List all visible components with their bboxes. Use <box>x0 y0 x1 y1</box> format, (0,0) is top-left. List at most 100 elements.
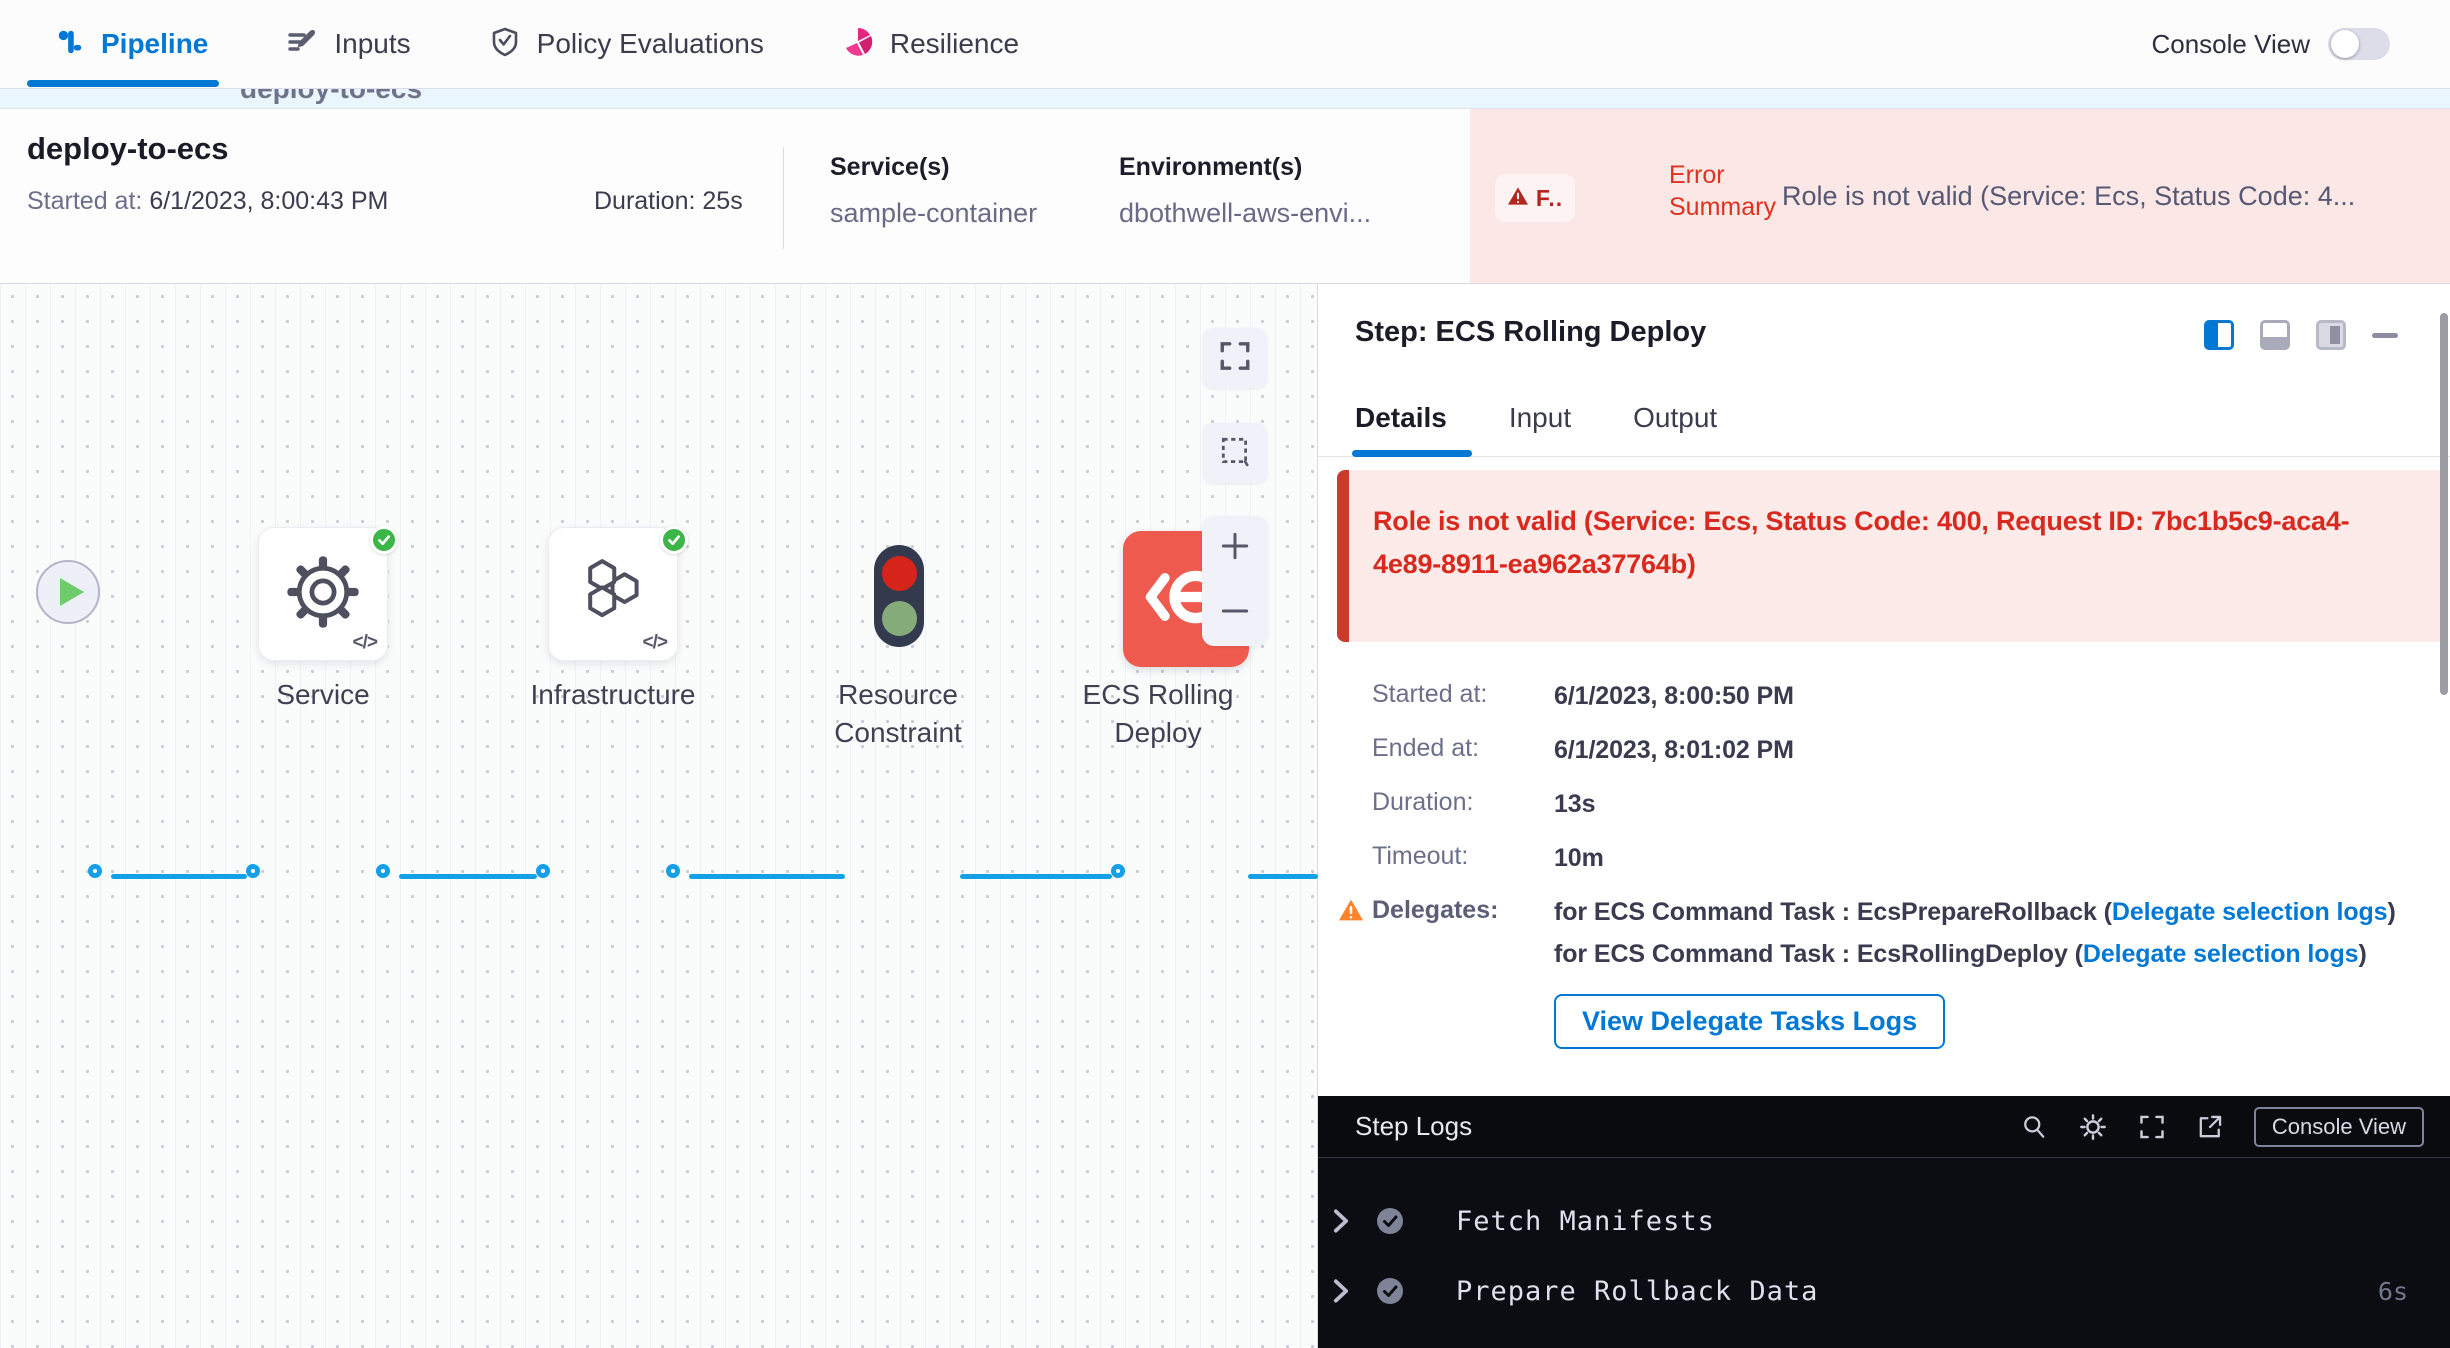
logs-search-icon[interactable] <box>2020 1113 2048 1141</box>
scrolled-title-strip: deploy-to-ecs <box>0 89 2450 109</box>
tabs-divider <box>1318 456 2450 457</box>
console-view-label: Console View <box>2151 29 2310 60</box>
chevron-right-icon[interactable] <box>1332 1208 1350 1234</box>
tab-pipeline[interactable]: Pipeline <box>55 0 208 88</box>
step-panel-title: Step: ECS Rolling Deploy <box>1355 316 1706 349</box>
delegate-line-1: for ECS Command Task : EcsPrepareRollbac… <box>1554 896 2428 928</box>
step-details-panel: Step: ECS Rolling Deploy Details Input O… <box>1318 284 2450 1348</box>
log-section-name: Fetch Manifests <box>1456 1206 1715 1237</box>
canvas-marquee-select-button[interactable] <box>1203 423 1267 483</box>
layout-right-panel-icon[interactable] <box>2204 320 2234 350</box>
logs-settings-gear-icon[interactable] <box>2078 1112 2108 1142</box>
environments-label: Environment(s) <box>1119 153 1371 182</box>
started-at-label: Started at: <box>1372 680 1554 709</box>
started-at-row: Started at: 6/1/2023, 8:00:43 PM <box>27 187 388 216</box>
step-logs-title: Step Logs <box>1355 1111 1472 1142</box>
shield-check-icon <box>489 26 521 63</box>
node-resource-constraint[interactable] <box>874 545 924 647</box>
logs-fullscreen-icon[interactable] <box>2138 1113 2166 1141</box>
step-logs-area: Fetch Manifests Prepare Rollback Data 6s <box>1318 1158 2450 1348</box>
tab-pipeline-label: Pipeline <box>101 28 208 60</box>
edge-ecs-outgoing <box>1248 874 1318 879</box>
node-infrastructure[interactable]: </> <box>548 527 678 661</box>
detail-row-duration: Duration: 13s <box>1338 788 2428 820</box>
delegate-1-suffix: ) <box>2388 898 2396 926</box>
detail-row-delegates: Delegates: for ECS Command Task : EcsPre… <box>1338 896 2428 1049</box>
tab-resilience[interactable]: Resilience <box>842 0 1019 88</box>
node-label-service[interactable]: Service <box>238 676 408 714</box>
delegate-line-2: for ECS Command Task : EcsRollingDeploy … <box>1554 938 2428 970</box>
logs-console-view-button[interactable]: Console View <box>2254 1107 2424 1147</box>
log-row-prepare-rollback-data[interactable]: Prepare Rollback Data 6s <box>1318 1268 2450 1314</box>
services-block: Service(s) sample-container <box>830 153 1037 229</box>
port-infrastructure-out <box>666 864 680 878</box>
resilience-chaos-icon <box>842 26 874 63</box>
edge-service-to-infrastructure <box>399 874 537 879</box>
panel-minimize-icon[interactable] <box>2372 333 2398 338</box>
node-label-infrastructure[interactable]: Infrastructure <box>518 676 708 714</box>
marquee-select-icon <box>1218 434 1252 473</box>
details-tab-underline <box>1352 450 1472 457</box>
delegate-2-selection-logs-link[interactable]: Delegate selection logs <box>2083 940 2359 968</box>
log-section-name: Prepare Rollback Data <box>1456 1276 1818 1307</box>
chevron-right-icon[interactable] <box>1332 1278 1350 1304</box>
environments-value[interactable]: dbothwell-aws-envi... <box>1119 198 1371 229</box>
traffic-green-lamp <box>882 601 917 636</box>
node-service[interactable]: </> <box>258 527 388 661</box>
delegates-label: Delegates: <box>1372 896 1554 925</box>
detail-row-timeout: Timeout: 10m <box>1338 842 2428 874</box>
view-delegate-tasks-logs-button[interactable]: View Delegate Tasks Logs <box>1554 994 1945 1049</box>
pipeline-start-node[interactable] <box>36 560 100 624</box>
edge-start-to-service <box>111 874 247 879</box>
zoom-out-button[interactable] <box>1202 581 1268 646</box>
zoom-in-button[interactable] <box>1202 516 1268 581</box>
services-value[interactable]: sample-container <box>830 198 1037 229</box>
duration-label: Duration: <box>1372 788 1554 817</box>
tab-policy-evaluations[interactable]: Policy Evaluations <box>489 0 764 88</box>
canvas-fullscreen-button[interactable] <box>1203 328 1267 388</box>
timeout-value: 10m <box>1554 842 2428 874</box>
failed-status-badge: F.. <box>1495 174 1575 222</box>
panel-scrollbar[interactable] <box>2440 313 2448 695</box>
panel-layout-controls <box>2204 320 2398 350</box>
port-infrastructure-in <box>536 864 550 878</box>
gear-icon <box>285 554 361 635</box>
ended-at-value: 6/1/2023, 8:01:02 PM <box>1554 734 2428 766</box>
detail-row-started: Started at: 6/1/2023, 8:00:50 PM <box>1338 680 2428 712</box>
node-label-ecs-rolling-deploy[interactable]: ECS Rolling Deploy <box>1068 676 1248 752</box>
log-success-check-icon <box>1376 1277 1404 1305</box>
error-summary-label: Error Summary <box>1669 159 1789 223</box>
tab-output[interactable]: Output <box>1633 402 1717 434</box>
delegates-warning-icon <box>1338 898 1372 927</box>
fullscreen-icon <box>1218 339 1252 378</box>
console-view-toggle[interactable] <box>2328 28 2390 60</box>
top-nav: Pipeline Inputs Policy Evaluations Resil… <box>0 0 2450 89</box>
yaml-code-glyph: </> <box>353 632 377 654</box>
yaml-code-glyph: </> <box>643 632 667 654</box>
tab-inputs[interactable]: Inputs <box>286 0 410 88</box>
edge-resource-constraint-to-ecs <box>960 874 1112 879</box>
logs-open-external-icon[interactable] <box>2196 1113 2224 1141</box>
tab-input[interactable]: Input <box>1509 402 1571 434</box>
tab-resilience-label: Resilience <box>890 28 1019 60</box>
log-section-duration: 6s <box>2378 1277 2408 1306</box>
tab-details[interactable]: Details <box>1355 402 1447 434</box>
duration-label: Duration: <box>594 187 695 215</box>
detail-row-ended: Ended at: 6/1/2023, 8:01:02 PM <box>1338 734 2428 766</box>
edge-infrastructure-to-resource-constraint <box>689 874 845 879</box>
infrastructure-success-badge <box>660 526 688 554</box>
service-success-badge <box>370 526 398 554</box>
inputs-icon <box>286 26 318 63</box>
pipeline-canvas[interactable]: </> Service </> Infrastructure Resource … <box>0 284 1318 1348</box>
execution-header: deploy-to-ecs Started at: 6/1/2023, 8:00… <box>0 109 2450 284</box>
delegate-1-selection-logs-link[interactable]: Delegate selection logs <box>2112 898 2388 926</box>
nav-right-group: Console View <box>2151 28 2390 60</box>
node-label-resource-constraint[interactable]: Resource Constraint <box>808 676 988 752</box>
hexagons-icon <box>576 555 650 634</box>
layout-bottom-panel-icon[interactable] <box>2260 320 2290 350</box>
toggle-knob <box>2331 30 2359 58</box>
log-row-fetch-manifests[interactable]: Fetch Manifests <box>1318 1198 2450 1244</box>
layout-minimized-panel-icon[interactable] <box>2316 320 2346 350</box>
scrolled-pipeline-name: deploy-to-ecs <box>240 89 2450 105</box>
active-tab-underline <box>27 80 219 87</box>
